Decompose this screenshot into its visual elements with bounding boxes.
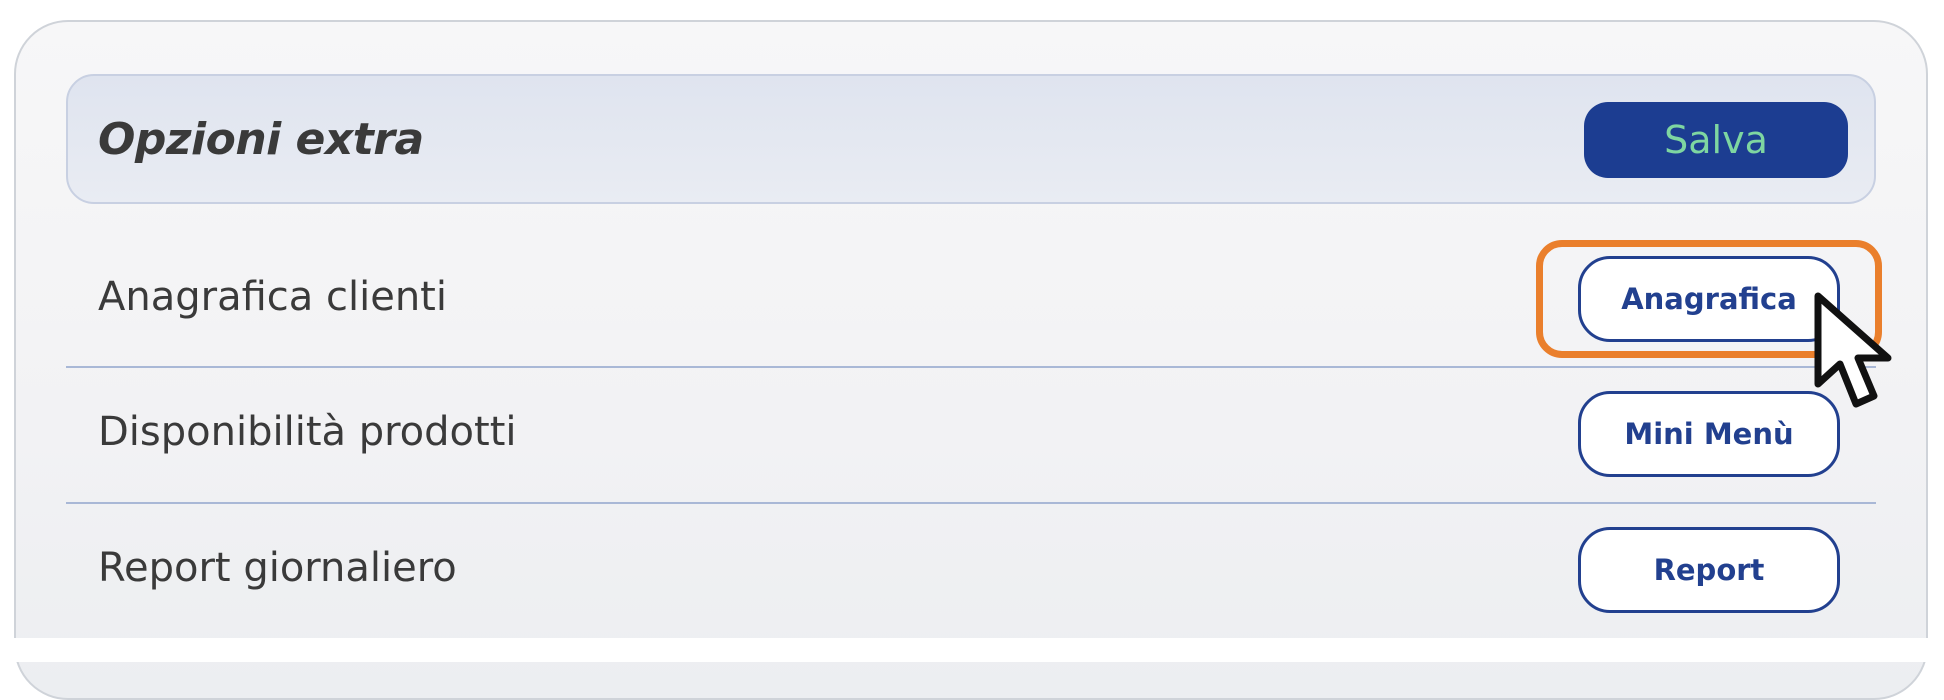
option-label-customers: Anagrafica clienti — [98, 274, 447, 320]
anagrafica-button[interactable]: Anagrafica — [1578, 256, 1840, 342]
section-header: Opzioni extra Salva — [66, 74, 1876, 204]
option-row-availability: Disponibilità prodotti Mini Menù — [66, 367, 1876, 501]
option-row-report: Report giornaliero Report — [66, 503, 1876, 637]
section-title: Opzioni extra — [98, 114, 424, 165]
option-label-availability: Disponibilità prodotti — [98, 409, 517, 455]
option-label-report: Report giornaliero — [98, 545, 457, 591]
save-button[interactable]: Salva — [1584, 102, 1848, 178]
option-row-customers: Anagrafica clienti Anagrafica — [66, 232, 1876, 366]
mini-menu-button[interactable]: Mini Menù — [1578, 391, 1840, 477]
report-button[interactable]: Report — [1578, 527, 1840, 613]
bottom-crop — [0, 638, 1944, 662]
